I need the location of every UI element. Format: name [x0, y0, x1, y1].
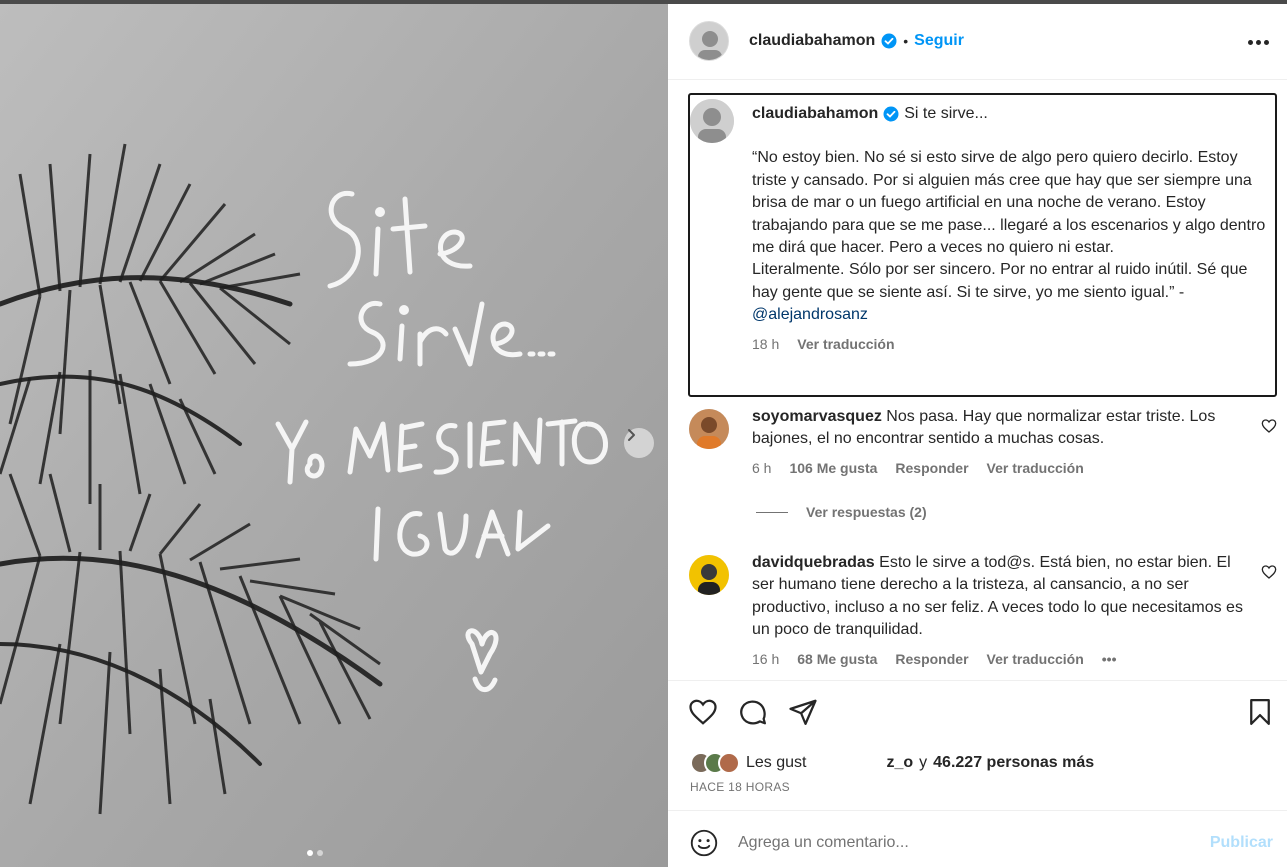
comment-input[interactable] [738, 834, 1178, 852]
caption-text: “No estoy bien. No sé si esto sirve de a… [752, 147, 1272, 326]
author-avatar-image [690, 22, 728, 60]
verified-badge-icon [881, 33, 897, 49]
likes-count[interactable]: 46.227 personas más [933, 754, 1094, 772]
heart-icon[interactable] [688, 697, 718, 727]
comment-likes[interactable]: 68 Me gusta [797, 648, 877, 670]
post-header: claudiabahamon • Seguir [668, 4, 1287, 80]
heart-icon[interactable] [1261, 564, 1277, 580]
replies-divider [756, 511, 788, 513]
commenter-avatar[interactable] [689, 409, 729, 449]
post-timestamp[interactable]: HACE 18 HORAS [690, 780, 790, 794]
commenter-avatar[interactable] [689, 555, 729, 595]
post-media[interactable] [0, 4, 668, 867]
caption-username[interactable]: claudiabahamon [752, 103, 878, 125]
caption-body: claudiabahamon Si te sirve... “No estoy … [752, 103, 1272, 355]
commenter-username[interactable]: davidquebradas [752, 554, 875, 571]
view-replies-label: Ver respuestas (2) [806, 504, 927, 520]
carousel-indicator [307, 850, 323, 856]
action-bar [668, 680, 1287, 742]
verified-badge-icon [883, 106, 899, 122]
author-avatar[interactable] [689, 21, 729, 61]
comment-body: davidquebradas Esto le sirve a tod@s. Es… [752, 552, 1252, 670]
comment-body: soyomarvasquez Nos pasa. Hay que normali… [752, 406, 1252, 479]
post-caption: claudiabahamon Si te sirve... “No estoy … [688, 93, 1277, 397]
caption-time[interactable]: 18 h [752, 333, 779, 355]
emoji-icon[interactable] [690, 829, 718, 857]
comment-likes[interactable]: 106 Me gusta [789, 457, 877, 479]
chevron-right-icon [628, 429, 635, 441]
likes-prefix: Les gust [746, 754, 807, 771]
carousel-dot [317, 850, 323, 856]
view-replies-button[interactable]: Ver respuestas (2) [756, 504, 927, 520]
likes-connector: y [919, 754, 928, 771]
translate-button[interactable]: Ver traducción [987, 457, 1084, 479]
bookmark-icon[interactable] [1245, 697, 1275, 727]
commenter-avatar-image [689, 555, 729, 595]
caption-avatar-image [690, 99, 734, 143]
caption-avatar[interactable] [690, 99, 734, 143]
comment-time[interactable]: 6 h [752, 457, 771, 479]
reply-button[interactable]: Responder [895, 457, 968, 479]
separator-dot: • [903, 33, 909, 49]
caption-title: Si te sirve... [904, 105, 988, 122]
post-details-panel: claudiabahamon • Seguir claudiabahamon S… [668, 4, 1287, 867]
carousel-dot-active [307, 850, 313, 856]
translate-button[interactable]: Ver traducción [797, 333, 894, 355]
commenter-username[interactable]: soyomarvasquez [752, 408, 882, 425]
comment-icon[interactable] [738, 697, 768, 727]
comment-time[interactable]: 16 h [752, 648, 779, 670]
translate-button[interactable]: Ver traducción [987, 648, 1084, 670]
liker-username[interactable]: z_o [886, 754, 913, 772]
comment-item: davidquebradas Esto le sirve a tod@s. Es… [668, 552, 1287, 672]
liker-avatar [718, 752, 740, 774]
reply-button[interactable]: Responder [895, 648, 968, 670]
send-icon[interactable] [788, 697, 818, 727]
comment-item: soyomarvasquez Nos pasa. Hay que normali… [668, 406, 1287, 496]
author-username[interactable]: claudiabahamon [749, 32, 875, 50]
caption-paragraph: Literalmente. Sólo por ser sincero. Por … [752, 261, 1248, 301]
add-comment-bar: Publicar [668, 810, 1287, 867]
publish-button[interactable]: Publicar [1210, 834, 1273, 852]
comment-meta: 6 h 106 Me gusta Responder Ver traducció… [752, 457, 1252, 479]
comment-meta: 16 h 68 Me gusta Responder Ver traducció… [752, 648, 1252, 670]
caption-paragraph: “No estoy bien. No sé si esto sirve de a… [752, 149, 1266, 257]
caption-meta: 18 h Ver traducción [752, 333, 1272, 355]
more-options-icon[interactable] [1248, 40, 1269, 45]
commenter-avatar-image [689, 409, 729, 449]
author-line: claudiabahamon • Seguir [749, 32, 964, 50]
post-image [0, 4, 668, 867]
mention-link[interactable]: @alejandrosanz [752, 306, 868, 323]
next-slide-button[interactable] [624, 428, 654, 458]
follow-button[interactable]: Seguir [914, 32, 964, 50]
likes-summary[interactable]: Les gust z_o y 46.227 personas más [690, 752, 1094, 774]
heart-icon[interactable] [1261, 418, 1277, 434]
comment-options-icon[interactable]: ••• [1102, 648, 1117, 670]
